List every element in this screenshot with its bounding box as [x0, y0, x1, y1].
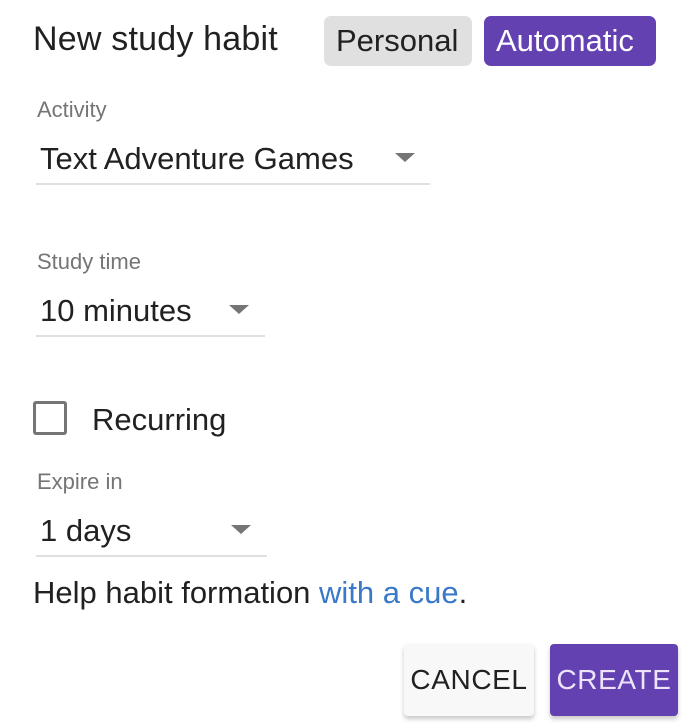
activity-select[interactable]: Text Adventure Games	[36, 135, 430, 185]
activity-label: Activity	[37, 97, 107, 122]
mode-automatic-button[interactable]: Automatic	[484, 16, 656, 66]
study-time-value: 10 minutes	[40, 293, 192, 328]
dropdown-arrow-icon	[231, 525, 251, 534]
study-time-select[interactable]: 10 minutes	[36, 287, 265, 337]
recurring-checkbox[interactable]	[33, 401, 67, 435]
cue-link[interactable]: with a cue	[319, 575, 459, 610]
mode-personal-button[interactable]: Personal	[324, 16, 472, 66]
study-time-label: Study time	[37, 249, 141, 274]
expire-in-select[interactable]: 1 days	[36, 507, 267, 557]
recurring-label[interactable]: Recurring	[92, 402, 226, 438]
expire-in-label: Expire in	[37, 469, 123, 494]
dropdown-arrow-icon	[395, 153, 415, 162]
create-button[interactable]: CREATE	[550, 644, 678, 716]
dialog-title: New study habit	[33, 20, 278, 58]
dropdown-arrow-icon	[229, 305, 249, 314]
cancel-button[interactable]: CANCEL	[404, 644, 534, 716]
help-text-suffix: .	[458, 575, 468, 610]
help-text: Help habit formation with a cue.	[33, 575, 467, 611]
expire-in-value: 1 days	[40, 513, 132, 548]
help-text-prefix: Help habit formation	[33, 575, 320, 610]
activity-value: Text Adventure Games	[40, 141, 354, 176]
